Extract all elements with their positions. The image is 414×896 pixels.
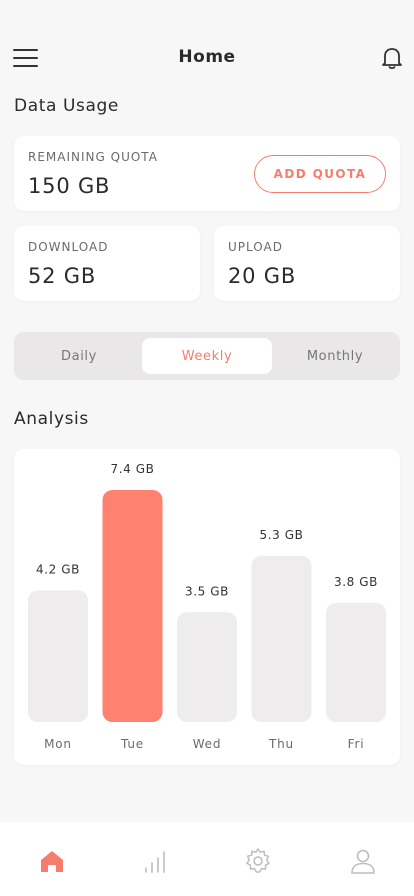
bottom-nav [0, 822, 414, 896]
usage-chart-card: 4.2 GB Mon 7.4 GB Tue 3.5 GB Wed 5.3 GB Thu 3.8 … [14, 449, 400, 765]
download-card: DOWNLOAD 52 GB [14, 226, 200, 301]
bar-value-label-mon: 4.2 GB [36, 562, 80, 576]
bar-fri[interactable] [326, 602, 386, 722]
bar-chart-icon[interactable] [140, 846, 170, 876]
bar-value-label-tue: 7.4 GB [110, 462, 154, 476]
upload-value: 20 GB [228, 264, 297, 288]
download-value: 52 GB [28, 264, 97, 288]
add-quota-button[interactable]: ADD QUOTA [254, 155, 386, 193]
tab-daily[interactable]: Daily [14, 338, 144, 374]
analysis-title: Analysis [14, 409, 89, 429]
remaining-quota-value: 150 GB [28, 174, 111, 198]
bar-tue[interactable] [102, 490, 163, 722]
page-title: Home [178, 47, 236, 67]
bar-wed[interactable] [177, 612, 237, 722]
bell-icon[interactable] [381, 46, 403, 70]
usage-bar-chart: 4.2 GB Mon 7.4 GB Tue 3.5 GB Wed 5.3 GB Thu 3.8 … [28, 462, 386, 751]
x-tick-label-mon: Mon [44, 737, 72, 751]
upload-label: UPLOAD [228, 240, 283, 254]
tab-monthly[interactable]: Monthly [270, 338, 400, 374]
x-tick-label-wed: Wed [193, 737, 222, 751]
remaining-quota-label: REMAINING QUOTA [28, 150, 158, 164]
download-label: DOWNLOAD [28, 240, 109, 254]
upload-card: UPLOAD 20 GB [214, 226, 400, 301]
x-tick-label-thu: Thu [268, 737, 294, 751]
x-tick-label-fri: Fri [348, 737, 365, 751]
tab-weekly[interactable]: Weekly [142, 338, 272, 374]
home-icon[interactable] [37, 846, 67, 876]
bar-mon[interactable] [28, 590, 88, 722]
bar-value-label-wed: 3.5 GB [185, 584, 229, 598]
period-tabs: Daily Weekly Monthly [14, 332, 400, 380]
bar-thu[interactable] [251, 555, 312, 722]
data-usage-title: Data Usage [14, 96, 119, 116]
gear-icon[interactable] [243, 846, 273, 876]
bar-value-label-fri: 3.8 GB [334, 575, 378, 589]
user-icon[interactable] [348, 846, 378, 876]
remaining-quota-card: REMAINING QUOTA 150 GB ADD QUOTA [14, 136, 400, 211]
x-tick-label-tue: Tue [120, 737, 144, 751]
bar-value-label-thu: 5.3 GB [259, 528, 303, 542]
